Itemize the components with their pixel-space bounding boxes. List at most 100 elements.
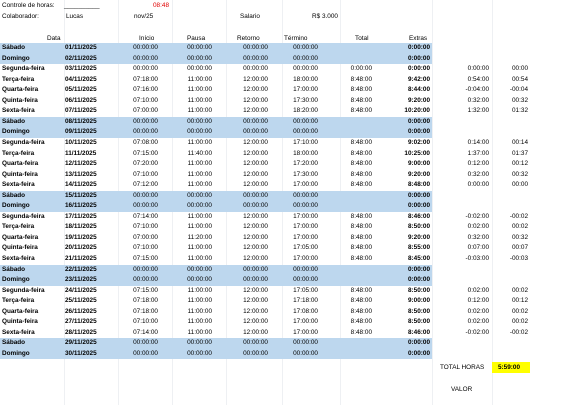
total-cell[interactable]: 8:48:00 (351, 159, 372, 170)
total-cell[interactable]: 8:48:00 (351, 96, 372, 107)
pausa-cell[interactable]: 11:00:00 (188, 170, 212, 181)
termino-cell[interactable]: 17:30:00 (293, 170, 318, 181)
termino-cell[interactable]: 00:00:00 (293, 54, 318, 65)
day-cell[interactable]: Terça-feira (2, 222, 34, 233)
day-cell[interactable]: Sexta-feira (2, 328, 35, 339)
pausa-cell[interactable]: 11:00:00 (188, 307, 212, 318)
extra-short-cell[interactable]: 00:12 (512, 296, 528, 307)
inicio-cell[interactable]: 00:00:00 (133, 127, 158, 138)
day-cell[interactable]: Quinta-feira (2, 96, 38, 107)
inicio-cell[interactable]: 00:00:00 (133, 43, 158, 54)
extra-diff-cell[interactable]: -0:02:00 (466, 212, 489, 223)
day-cell[interactable]: Quarta-feira (2, 85, 38, 96)
date-cell[interactable]: 12/11/2025 (65, 159, 97, 170)
extra-diff-cell[interactable]: 1:37:00 (468, 149, 489, 160)
extras-cell[interactable]: 8:45:00 (408, 254, 430, 265)
date-cell[interactable]: 22/11/2025 (65, 265, 97, 276)
inicio-cell[interactable]: 00:00:00 (133, 265, 158, 276)
extras-cell[interactable]: 8:50:00 (408, 286, 430, 297)
termino-cell[interactable]: 00:00:00 (293, 201, 318, 212)
retorno-cell[interactable]: 00:00:00 (243, 265, 268, 276)
inicio-cell[interactable]: 07:14:00 (133, 212, 158, 223)
extra-diff-cell[interactable]: 0:12:00 (468, 296, 489, 307)
extra-short-cell[interactable]: 00:02 (512, 286, 528, 297)
extras-cell[interactable]: 0:00:00 (408, 127, 430, 138)
day-cell[interactable]: Quarta-feira (2, 159, 38, 170)
date-cell[interactable]: 19/11/2025 (65, 233, 97, 244)
month-cell[interactable]: nov/25 (134, 13, 153, 20)
termino-cell[interactable]: 00:00:00 (293, 265, 318, 276)
extra-diff-cell[interactable]: 0:32:00 (468, 233, 489, 244)
total-cell[interactable]: 8:48:00 (351, 317, 372, 328)
day-cell[interactable]: Domingo (2, 275, 30, 286)
date-cell[interactable]: 10/11/2025 (65, 138, 97, 149)
extra-short-cell[interactable]: -00:04 (510, 85, 528, 96)
inicio-cell[interactable]: 07:20:00 (133, 159, 158, 170)
retorno-cell[interactable]: 00:00:00 (243, 349, 268, 360)
termino-cell[interactable]: 17:00:00 (293, 328, 318, 339)
total-cell[interactable]: 8:48:00 (351, 254, 372, 265)
pausa-cell[interactable]: 11:00:00 (188, 75, 212, 86)
date-cell[interactable]: 08/11/2025 (65, 117, 97, 128)
retorno-cell[interactable]: 12:00:00 (243, 159, 268, 170)
retorno-cell[interactable]: 00:00:00 (243, 117, 268, 128)
extra-diff-cell[interactable]: 0:02:00 (468, 286, 489, 297)
date-cell[interactable]: 25/11/2025 (65, 296, 97, 307)
extra-short-cell[interactable]: 01:32 (512, 106, 528, 117)
date-cell[interactable]: 24/11/2025 (65, 286, 97, 297)
extras-cell[interactable]: 0:00:00 (408, 275, 430, 286)
termino-cell[interactable]: 17:20:00 (293, 159, 318, 170)
extras-cell[interactable]: 0:00:00 (408, 191, 430, 202)
inicio-cell[interactable]: 00:00:00 (133, 64, 158, 75)
termino-cell[interactable]: 00:00:00 (293, 275, 318, 286)
controle-time[interactable]: 08:48 (153, 2, 169, 9)
termino-cell[interactable]: 00:00:00 (293, 338, 318, 349)
extra-diff-cell[interactable]: -0:03:00 (466, 254, 489, 265)
total-cell[interactable]: 8:48:00 (351, 138, 372, 149)
termino-cell[interactable]: 00:00:00 (293, 127, 318, 138)
extra-short-cell[interactable]: 00:02 (512, 222, 528, 233)
day-cell[interactable]: Segunda-feira (2, 286, 45, 297)
day-cell[interactable]: Sexta-feira (2, 180, 35, 191)
pausa-cell[interactable]: 00:00:00 (187, 43, 212, 54)
extras-cell[interactable]: 0:00:00 (408, 201, 430, 212)
extra-short-cell[interactable]: -00:03 (510, 254, 528, 265)
date-cell[interactable]: 16/11/2025 (65, 201, 97, 212)
extras-cell[interactable]: 9:20:00 (408, 96, 430, 107)
extra-short-cell[interactable]: 00:32 (512, 96, 528, 107)
extras-cell[interactable]: 8:44:00 (408, 85, 430, 96)
inicio-cell[interactable]: 07:10:00 (133, 170, 158, 181)
retorno-cell[interactable]: 12:00:00 (243, 75, 268, 86)
extra-short-cell[interactable]: 00:32 (512, 170, 528, 181)
date-cell[interactable]: 06/11/2025 (65, 96, 97, 107)
inicio-cell[interactable]: 00:00:00 (133, 54, 158, 65)
extra-short-cell[interactable]: 00:32 (512, 233, 528, 244)
termino-cell[interactable]: 17:05:00 (293, 286, 318, 297)
pausa-cell[interactable]: 11:00:00 (188, 254, 212, 265)
inicio-cell[interactable]: 07:10:00 (133, 317, 158, 328)
inicio-cell[interactable]: 07:16:00 (133, 85, 158, 96)
termino-cell[interactable]: 17:10:00 (293, 138, 318, 149)
extra-diff-cell[interactable]: 0:32:00 (468, 170, 489, 181)
pausa-cell[interactable]: 11:00:00 (188, 296, 212, 307)
extra-diff-cell[interactable]: 0:32:00 (468, 96, 489, 107)
termino-cell[interactable]: 00:00:00 (293, 64, 318, 75)
total-cell[interactable]: 8:48:00 (351, 170, 372, 181)
termino-cell[interactable]: 00:00:00 (293, 349, 318, 360)
retorno-cell[interactable]: 00:00:00 (243, 191, 268, 202)
extra-short-cell[interactable]: 00:07 (512, 243, 528, 254)
total-cell[interactable]: 8:48:00 (351, 222, 372, 233)
day-cell[interactable]: Segunda-feira (2, 212, 45, 223)
retorno-cell[interactable]: 12:00:00 (243, 85, 268, 96)
extras-cell[interactable]: 8:48:00 (408, 180, 430, 191)
extras-cell[interactable]: 10:25:00 (404, 149, 430, 160)
retorno-cell[interactable]: 12:00:00 (243, 96, 268, 107)
day-cell[interactable]: Sábado (2, 117, 25, 128)
retorno-cell[interactable]: 12:00:00 (243, 212, 268, 223)
extras-cell[interactable]: 8:46:00 (408, 212, 430, 223)
pausa-cell[interactable]: 00:00:00 (187, 117, 212, 128)
inicio-cell[interactable]: 07:18:00 (133, 307, 158, 318)
day-cell[interactable]: Domingo (2, 127, 30, 138)
termino-cell[interactable]: 18:00:00 (293, 149, 318, 160)
extras-cell[interactable]: 0:00:00 (408, 349, 430, 360)
